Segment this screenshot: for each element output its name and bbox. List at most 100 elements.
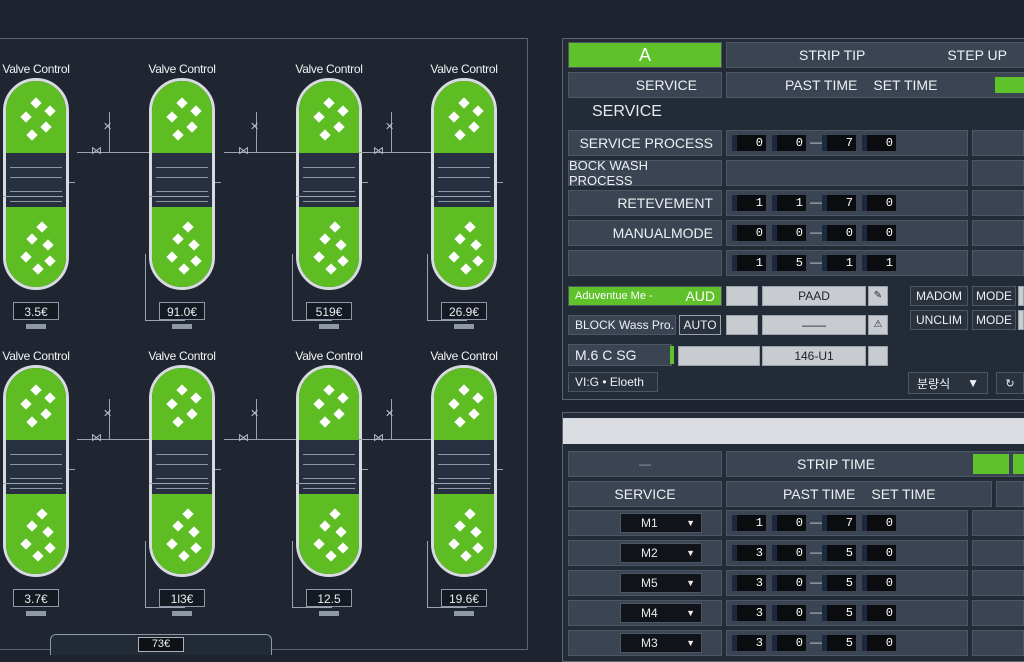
edit-icon[interactable]: ✎ bbox=[868, 286, 888, 306]
ms-slider[interactable] bbox=[678, 346, 760, 366]
digit-field[interactable]: 0 bbox=[862, 135, 896, 151]
digit-field[interactable]: 0 bbox=[772, 605, 806, 621]
tank-vessel[interactable] bbox=[296, 365, 362, 577]
valve-icon[interactable]: ✕ bbox=[385, 407, 394, 420]
tank-divider-line bbox=[303, 177, 355, 178]
tank-vessel[interactable] bbox=[296, 78, 362, 290]
strip-tip-label: STRIP TIP bbox=[799, 47, 866, 63]
mode-toggle-2[interactable] bbox=[1018, 310, 1024, 330]
digit-field[interactable]: 1 bbox=[822, 255, 856, 271]
ms-extra[interactable] bbox=[868, 346, 888, 366]
tank-vessel[interactable] bbox=[431, 78, 497, 290]
digit-field[interactable]: 3 bbox=[732, 635, 766, 651]
valve-icon[interactable]: ⋈ bbox=[238, 431, 249, 444]
digit-field[interactable]: 5 bbox=[772, 255, 806, 271]
valve-icon[interactable]: ✕ bbox=[103, 120, 112, 133]
digit-field[interactable]: 0 bbox=[862, 605, 896, 621]
mode-row-1-toggle[interactable] bbox=[726, 286, 758, 306]
digit-field[interactable]: 1 bbox=[732, 195, 766, 211]
service-row-extra bbox=[972, 190, 1024, 216]
tank-readout: 3.5€ bbox=[13, 302, 59, 320]
tank-vessel[interactable] bbox=[149, 365, 215, 577]
digit-field[interactable]: 0 bbox=[862, 575, 896, 591]
digit-field[interactable]: 5 bbox=[822, 545, 856, 561]
tank-vessel[interactable] bbox=[3, 365, 69, 577]
tank-vessel[interactable] bbox=[149, 78, 215, 290]
mode-row-2-toggle[interactable] bbox=[726, 315, 758, 335]
valve-icon[interactable]: ✕ bbox=[250, 120, 259, 133]
drain-pipe bbox=[427, 541, 428, 607]
digit-field[interactable]: 5 bbox=[822, 635, 856, 651]
digit-field[interactable]: 1 bbox=[862, 255, 896, 271]
digit-separator: — bbox=[810, 635, 822, 649]
step-select[interactable]: M1 ▼ bbox=[620, 513, 702, 533]
digit-separator: — bbox=[810, 545, 822, 559]
tab-a[interactable]: A bbox=[568, 42, 722, 68]
past-time-label: PAST TIME bbox=[785, 77, 858, 93]
bottom-past-time-label: PAST TIME bbox=[783, 486, 856, 502]
digit-field[interactable]: 0 bbox=[772, 575, 806, 591]
digit-field[interactable]: 1 bbox=[732, 255, 766, 271]
step-row-extra bbox=[972, 570, 1024, 596]
valve-icon[interactable]: ✕ bbox=[103, 407, 112, 420]
digit-field[interactable]: 0 bbox=[772, 135, 806, 151]
tank-fill-bottom bbox=[434, 207, 494, 287]
valve-icon[interactable]: ⋈ bbox=[373, 431, 384, 444]
digit-field[interactable]: 3 bbox=[732, 545, 766, 561]
digit-field[interactable]: 7 bbox=[822, 515, 856, 531]
digit-field[interactable]: 0 bbox=[732, 135, 766, 151]
digit-field[interactable]: 0 bbox=[732, 225, 766, 241]
valve-icon[interactable]: ⋈ bbox=[373, 144, 384, 157]
mode-row-2-value[interactable]: —— bbox=[762, 315, 866, 335]
ms-value[interactable]: 146-U1 bbox=[762, 346, 866, 366]
step-select[interactable]: M3 ▼ bbox=[620, 633, 702, 653]
valve-icon[interactable]: ⋈ bbox=[91, 431, 102, 444]
service-row-extra bbox=[972, 220, 1024, 246]
step-select[interactable]: M5 ▼ bbox=[620, 573, 702, 593]
digit-field[interactable]: 3 bbox=[732, 605, 766, 621]
digit-field[interactable]: 0 bbox=[772, 635, 806, 651]
mode-row-2-mode[interactable]: AUTO bbox=[679, 315, 721, 335]
tank-divider-line bbox=[156, 191, 208, 192]
mode-row-2[interactable]: BLOCK Wass Pro. bbox=[568, 315, 676, 335]
service-row-label: RETEVEMENT bbox=[568, 190, 722, 216]
digit-field[interactable]: 0 bbox=[862, 635, 896, 651]
digit-field[interactable]: 0 bbox=[862, 515, 896, 531]
tank-fill-bottom bbox=[6, 207, 66, 287]
digit-field[interactable]: 5 bbox=[822, 575, 856, 591]
valve-icon[interactable]: ✕ bbox=[250, 407, 259, 420]
digit-field[interactable]: 1 bbox=[732, 515, 766, 531]
mode-label-2: MODE bbox=[972, 310, 1016, 330]
digit-field[interactable]: 7 bbox=[822, 135, 856, 151]
digit-field[interactable]: 0 bbox=[772, 545, 806, 561]
digit-field[interactable]: 5 bbox=[822, 605, 856, 621]
valve-icon[interactable]: ✕ bbox=[385, 120, 394, 133]
digit-field[interactable]: 0 bbox=[862, 195, 896, 211]
tank-divider-line bbox=[303, 454, 355, 455]
step-select[interactable]: M2 ▼ bbox=[620, 543, 702, 563]
digit-field[interactable]: 0 bbox=[772, 225, 806, 241]
bottom-header-blank: — bbox=[568, 451, 722, 477]
mode-toggle-1[interactable] bbox=[1018, 286, 1024, 306]
alert-icon[interactable]: ⚠ bbox=[868, 315, 888, 335]
valve-icon[interactable]: ⋈ bbox=[238, 144, 249, 157]
digit-field[interactable]: 0 bbox=[862, 225, 896, 241]
refresh-icon[interactable]: ↻ bbox=[996, 372, 1024, 394]
digit-field[interactable]: 0 bbox=[772, 515, 806, 531]
digit-field[interactable]: 1 bbox=[772, 195, 806, 211]
tab-service[interactable]: SERVICE bbox=[568, 72, 722, 98]
method-dropdown[interactable]: 분량식 ▼ bbox=[908, 372, 988, 394]
step-select[interactable]: M4 ▼ bbox=[620, 603, 702, 623]
bottom-time-header: PAST TIME SET TIME bbox=[726, 481, 992, 507]
tank-vessel[interactable] bbox=[3, 78, 69, 290]
mode-row-1[interactable]: Aduventue Me - AUD bbox=[568, 286, 722, 306]
digit-field[interactable]: 0 bbox=[822, 225, 856, 241]
tank-vessel[interactable] bbox=[431, 365, 497, 577]
mode-row-1-value[interactable]: PAAD bbox=[762, 286, 866, 306]
step-select-value: M5 bbox=[641, 576, 658, 590]
digit-field[interactable]: 7 bbox=[822, 195, 856, 211]
digit-field[interactable]: 3 bbox=[732, 575, 766, 591]
digit-field[interactable]: 0 bbox=[862, 545, 896, 561]
valve-icon[interactable]: ⋈ bbox=[91, 144, 102, 157]
internal-line bbox=[3, 483, 63, 484]
